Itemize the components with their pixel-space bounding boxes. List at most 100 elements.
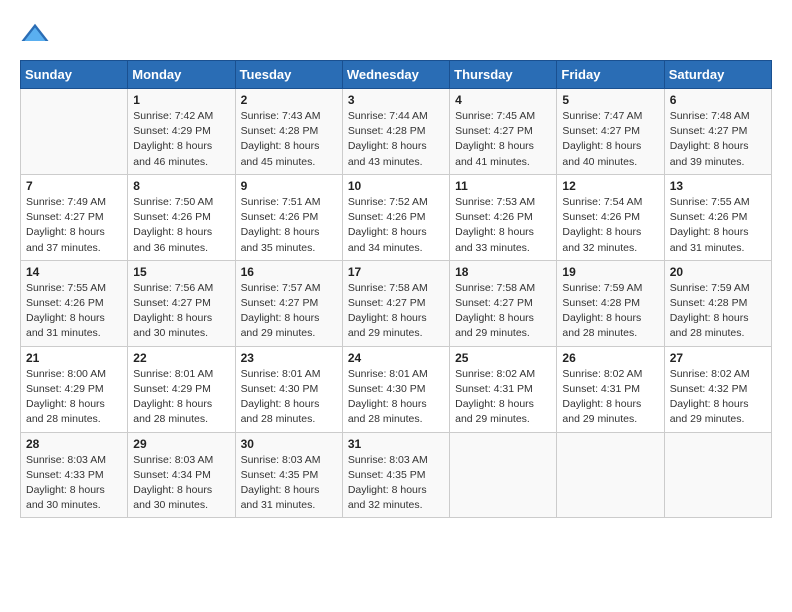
day-info: Sunrise: 7:50 AMSunset: 4:26 PMDaylight:… [133, 195, 229, 256]
weekday-header: Monday [128, 61, 235, 89]
day-number: 4 [455, 93, 551, 107]
logo [20, 20, 54, 50]
day-info: Sunrise: 7:47 AMSunset: 4:27 PMDaylight:… [562, 109, 658, 170]
calendar-cell: 28 Sunrise: 8:03 AMSunset: 4:33 PMDayligh… [21, 432, 128, 518]
day-info: Sunrise: 8:03 AMSunset: 4:35 PMDaylight:… [348, 453, 444, 514]
day-info: Sunrise: 7:48 AMSunset: 4:27 PMDaylight:… [670, 109, 766, 170]
calendar-cell [21, 89, 128, 175]
day-number: 16 [241, 265, 337, 279]
day-info: Sunrise: 7:59 AMSunset: 4:28 PMDaylight:… [670, 281, 766, 342]
calendar-cell: 27 Sunrise: 8:02 AMSunset: 4:32 PMDayligh… [664, 346, 771, 432]
calendar-cell: 24 Sunrise: 8:01 AMSunset: 4:30 PMDayligh… [342, 346, 449, 432]
calendar-cell: 19Sunrise: 7:59 AMSunset: 4:28 PMDayligh… [557, 260, 664, 346]
calendar-week-row: 21 Sunrise: 8:00 AMSunset: 4:29 PMDayligh… [21, 346, 772, 432]
page-header [20, 20, 772, 50]
weekday-header: Saturday [664, 61, 771, 89]
calendar-cell: 30 Sunrise: 8:03 AMSunset: 4:35 PMDayligh… [235, 432, 342, 518]
weekday-header: Wednesday [342, 61, 449, 89]
day-info: Sunrise: 7:43 AMSunset: 4:28 PMDaylight:… [241, 109, 337, 170]
day-number: 3 [348, 93, 444, 107]
day-number: 21 [26, 351, 122, 365]
day-number: 9 [241, 179, 337, 193]
day-number: 7 [26, 179, 122, 193]
day-number: 6 [670, 93, 766, 107]
calendar-cell: 17 Sunrise: 7:58 AMSunset: 4:27 PMDayligh… [342, 260, 449, 346]
day-number: 24 [348, 351, 444, 365]
day-info: Sunrise: 7:58 AMSunset: 4:27 PMDaylight:… [455, 281, 551, 342]
calendar-cell: 14 Sunrise: 7:55 AMSunset: 4:26 PMDayligh… [21, 260, 128, 346]
day-number: 8 [133, 179, 229, 193]
day-number: 18 [455, 265, 551, 279]
calendar-week-row: 1 Sunrise: 7:42 AMSunset: 4:29 PMDaylight… [21, 89, 772, 175]
weekday-header: Sunday [21, 61, 128, 89]
weekday-header: Friday [557, 61, 664, 89]
day-info: Sunrise: 8:02 AMSunset: 4:31 PMDaylight:… [455, 367, 551, 428]
calendar-cell: 15Sunrise: 7:56 AMSunset: 4:27 PMDayligh… [128, 260, 235, 346]
day-info: Sunrise: 8:01 AMSunset: 4:29 PMDaylight:… [133, 367, 229, 428]
calendar-cell: 18 Sunrise: 7:58 AMSunset: 4:27 PMDayligh… [450, 260, 557, 346]
calendar-cell: 9 Sunrise: 7:51 AMSunset: 4:26 PMDaylight… [235, 174, 342, 260]
day-info: Sunrise: 7:55 AMSunset: 4:26 PMDaylight:… [670, 195, 766, 256]
day-number: 30 [241, 437, 337, 451]
day-number: 22 [133, 351, 229, 365]
calendar-week-row: 28 Sunrise: 8:03 AMSunset: 4:33 PMDayligh… [21, 432, 772, 518]
weekday-header: Thursday [450, 61, 557, 89]
day-number: 17 [348, 265, 444, 279]
calendar-cell: 16 Sunrise: 7:57 AMSunset: 4:27 PMDayligh… [235, 260, 342, 346]
calendar-cell: 12Sunrise: 7:54 AMSunset: 4:26 PMDayligh… [557, 174, 664, 260]
day-number: 14 [26, 265, 122, 279]
day-info: Sunrise: 7:56 AMSunset: 4:27 PMDaylight:… [133, 281, 229, 342]
day-info: Sunrise: 7:55 AMSunset: 4:26 PMDaylight:… [26, 281, 122, 342]
day-info: Sunrise: 7:58 AMSunset: 4:27 PMDaylight:… [348, 281, 444, 342]
day-info: Sunrise: 7:42 AMSunset: 4:29 PMDaylight:… [133, 109, 229, 170]
day-number: 11 [455, 179, 551, 193]
day-number: 10 [348, 179, 444, 193]
day-info: Sunrise: 7:52 AMSunset: 4:26 PMDaylight:… [348, 195, 444, 256]
calendar-cell [664, 432, 771, 518]
calendar-cell: 26 Sunrise: 8:02 AMSunset: 4:31 PMDayligh… [557, 346, 664, 432]
weekday-header: Tuesday [235, 61, 342, 89]
day-number: 23 [241, 351, 337, 365]
day-info: Sunrise: 8:02 AMSunset: 4:32 PMDaylight:… [670, 367, 766, 428]
calendar-cell: 11 Sunrise: 7:53 AMSunset: 4:26 PMDayligh… [450, 174, 557, 260]
calendar-cell: 5 Sunrise: 7:47 AMSunset: 4:27 PMDaylight… [557, 89, 664, 175]
day-info: Sunrise: 7:49 AMSunset: 4:27 PMDaylight:… [26, 195, 122, 256]
calendar-cell: 7 Sunrise: 7:49 AMSunset: 4:27 PMDaylight… [21, 174, 128, 260]
day-number: 29 [133, 437, 229, 451]
day-number: 28 [26, 437, 122, 451]
day-info: Sunrise: 8:00 AMSunset: 4:29 PMDaylight:… [26, 367, 122, 428]
calendar-cell: 13 Sunrise: 7:55 AMSunset: 4:26 PMDayligh… [664, 174, 771, 260]
calendar-cell: 6 Sunrise: 7:48 AMSunset: 4:27 PMDaylight… [664, 89, 771, 175]
day-info: Sunrise: 7:54 AMSunset: 4:26 PMDaylight:… [562, 195, 658, 256]
calendar-cell: 10 Sunrise: 7:52 AMSunset: 4:26 PMDayligh… [342, 174, 449, 260]
day-number: 13 [670, 179, 766, 193]
calendar-cell: 2 Sunrise: 7:43 AMSunset: 4:28 PMDaylight… [235, 89, 342, 175]
day-info: Sunrise: 8:03 AMSunset: 4:34 PMDaylight:… [133, 453, 229, 514]
day-number: 20 [670, 265, 766, 279]
calendar-cell: 29 Sunrise: 8:03 AMSunset: 4:34 PMDayligh… [128, 432, 235, 518]
day-info: Sunrise: 7:51 AMSunset: 4:26 PMDaylight:… [241, 195, 337, 256]
day-number: 19 [562, 265, 658, 279]
day-info: Sunrise: 7:45 AMSunset: 4:27 PMDaylight:… [455, 109, 551, 170]
day-number: 2 [241, 93, 337, 107]
day-info: Sunrise: 8:02 AMSunset: 4:31 PMDaylight:… [562, 367, 658, 428]
calendar-cell: 25Sunrise: 8:02 AMSunset: 4:31 PMDayligh… [450, 346, 557, 432]
day-info: Sunrise: 8:03 AMSunset: 4:33 PMDaylight:… [26, 453, 122, 514]
calendar-cell: 23Sunrise: 8:01 AMSunset: 4:30 PMDayligh… [235, 346, 342, 432]
day-info: Sunrise: 7:53 AMSunset: 4:26 PMDaylight:… [455, 195, 551, 256]
day-info: Sunrise: 8:01 AMSunset: 4:30 PMDaylight:… [348, 367, 444, 428]
calendar-cell: 22 Sunrise: 8:01 AMSunset: 4:29 PMDayligh… [128, 346, 235, 432]
day-number: 1 [133, 93, 229, 107]
calendar-week-row: 14 Sunrise: 7:55 AMSunset: 4:26 PMDayligh… [21, 260, 772, 346]
calendar-cell [557, 432, 664, 518]
day-number: 26 [562, 351, 658, 365]
calendar-cell: 31 Sunrise: 8:03 AMSunset: 4:35 PMDayligh… [342, 432, 449, 518]
calendar-cell: 3Sunrise: 7:44 AMSunset: 4:28 PMDaylight… [342, 89, 449, 175]
calendar-cell: 4 Sunrise: 7:45 AMSunset: 4:27 PMDaylight… [450, 89, 557, 175]
day-info: Sunrise: 8:03 AMSunset: 4:35 PMDaylight:… [241, 453, 337, 514]
day-number: 27 [670, 351, 766, 365]
day-number: 5 [562, 93, 658, 107]
calendar-cell: 1 Sunrise: 7:42 AMSunset: 4:29 PMDaylight… [128, 89, 235, 175]
day-info: Sunrise: 7:57 AMSunset: 4:27 PMDaylight:… [241, 281, 337, 342]
day-number: 31 [348, 437, 444, 451]
